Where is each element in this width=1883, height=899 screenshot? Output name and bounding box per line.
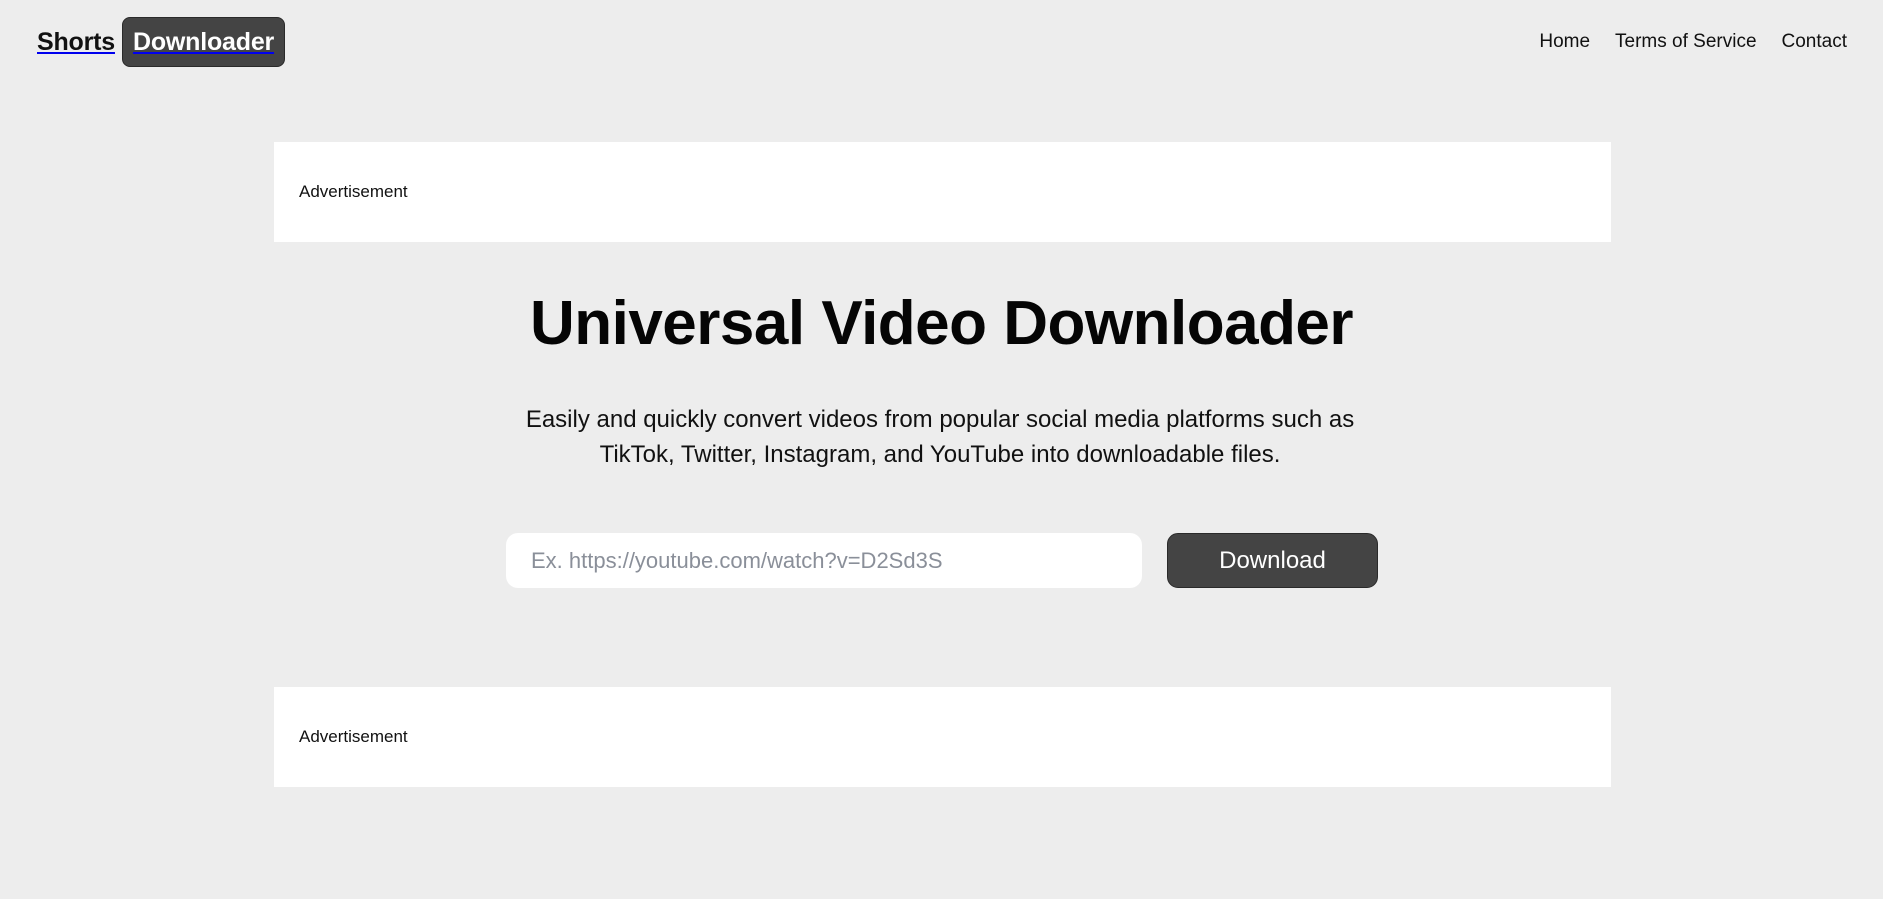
- advertisement-banner-top[interactable]: Advertisement: [274, 142, 1611, 242]
- brand-logo[interactable]: Shorts Downloader: [37, 17, 286, 67]
- nav-link-terms-of-service[interactable]: Terms of Service: [1615, 28, 1756, 56]
- video-url-input[interactable]: [506, 533, 1142, 588]
- advertisement-banner-bottom[interactable]: Advertisement: [274, 687, 1611, 787]
- page-subtitle: Easily and quickly convert videos from p…: [525, 406, 1355, 468]
- download-button[interactable]: Download: [1167, 533, 1378, 588]
- site-header: Shorts Downloader Home Terms of Service …: [0, 0, 1883, 84]
- advertisement-label: Advertisement: [299, 727, 408, 746]
- brand-text: Shorts: [37, 27, 115, 56]
- nav-link-home[interactable]: Home: [1539, 28, 1590, 56]
- main-nav: Home Terms of Service Contact: [1539, 28, 1847, 56]
- nav-link-contact[interactable]: Contact: [1782, 28, 1847, 56]
- page-title: Universal Video Downloader: [529, 289, 1354, 358]
- brand-badge: Downloader: [121, 17, 286, 67]
- advertisement-label: Advertisement: [299, 182, 408, 201]
